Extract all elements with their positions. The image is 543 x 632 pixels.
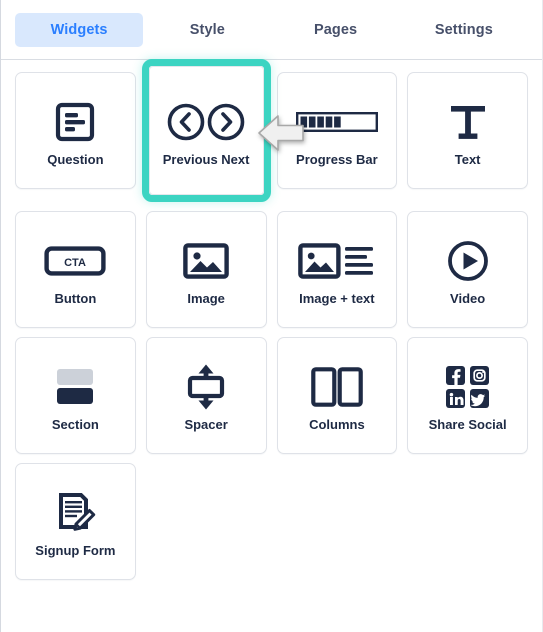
twitter-icon: [469, 389, 489, 409]
question-icon: [53, 93, 97, 151]
widget-card-columns[interactable]: Columns: [276, 337, 398, 454]
widget-card-previous-next[interactable]: Previous Next: [141, 59, 271, 202]
widget-cell-signup-form: Signup Form: [15, 463, 136, 580]
button-cta-icon: CTA: [44, 232, 106, 290]
tab-bar: Widgets Style Pages Settings: [1, 0, 542, 60]
linkedin-icon: [445, 389, 465, 409]
widget-cell-text: Text: [407, 72, 528, 202]
text-icon: [446, 93, 490, 151]
widget-cell-progress-bar: Progress Bar: [276, 72, 398, 202]
widget-grid: Question Previous Next Progress Bar Text…: [1, 59, 542, 580]
widget-label: Video: [450, 291, 486, 307]
widget-cell-question: Question: [15, 72, 136, 202]
widget-card-signup-form[interactable]: Signup Form: [15, 463, 136, 580]
image-text-icon: [298, 232, 376, 290]
widget-card-progress-bar[interactable]: Progress Bar: [276, 72, 398, 189]
widget-label: Image + text: [299, 291, 375, 307]
widget-label: Text: [454, 152, 481, 168]
widget-label: Signup Form: [35, 543, 116, 559]
widget-card-spacer[interactable]: Spacer: [145, 337, 267, 454]
widget-card-share-social[interactable]: Share Social: [407, 337, 528, 454]
widget-cell-button: CTA Button: [15, 211, 136, 328]
widget-label: Button: [54, 291, 97, 307]
widget-label: Columns: [309, 417, 365, 433]
widget-card-section[interactable]: Section: [15, 337, 136, 454]
widget-card-image-text[interactable]: Image + text: [276, 211, 398, 328]
share-social-icon: [445, 358, 491, 416]
widget-cell-video: Video: [407, 211, 528, 328]
widget-card-text[interactable]: Text: [407, 72, 528, 189]
button-cta-text: CTA: [64, 257, 86, 269]
widget-label: Progress Bar: [296, 152, 378, 168]
widget-cell-image: Image: [145, 211, 267, 328]
spacer-icon: [184, 358, 228, 416]
widget-card-video[interactable]: Video: [407, 211, 528, 328]
tab-pages[interactable]: Pages: [272, 13, 400, 47]
image-icon: [183, 232, 229, 290]
widget-card-inner: Previous Next: [148, 66, 264, 195]
widget-cell-section: Section: [15, 337, 136, 454]
previous-next-icon: [164, 93, 248, 151]
widget-label: Section: [51, 417, 99, 433]
signup-form-icon: [52, 484, 98, 542]
widget-label: Share Social: [428, 417, 507, 433]
widget-cell-columns: Columns: [276, 337, 398, 454]
instagram-icon: [469, 366, 489, 386]
widget-card-button[interactable]: CTA Button: [15, 211, 136, 328]
widget-panel: Widgets Style Pages Settings Question Pr…: [0, 0, 543, 632]
tab-settings[interactable]: Settings: [400, 13, 528, 47]
columns-icon: [311, 358, 363, 416]
progress-bar-icon: [295, 93, 378, 151]
tab-widgets[interactable]: Widgets: [15, 12, 144, 47]
widget-label: Spacer: [184, 417, 228, 433]
section-icon: [53, 358, 97, 416]
widget-label: Previous Next: [162, 152, 250, 168]
widget-label: Question: [47, 152, 104, 168]
widget-cell-share-social: Share Social: [407, 337, 528, 454]
widget-label: Image: [187, 291, 225, 307]
tab-style[interactable]: Style: [143, 13, 271, 47]
widget-cell-image-text: Image + text: [276, 211, 398, 328]
facebook-icon: [445, 366, 465, 386]
widget-cell-previous-next: Previous Next: [141, 59, 271, 202]
widget-card-image[interactable]: Image: [145, 211, 267, 328]
widget-card-question[interactable]: Question: [15, 72, 136, 189]
widget-cell-spacer: Spacer: [145, 337, 267, 454]
video-play-icon: [446, 232, 490, 290]
